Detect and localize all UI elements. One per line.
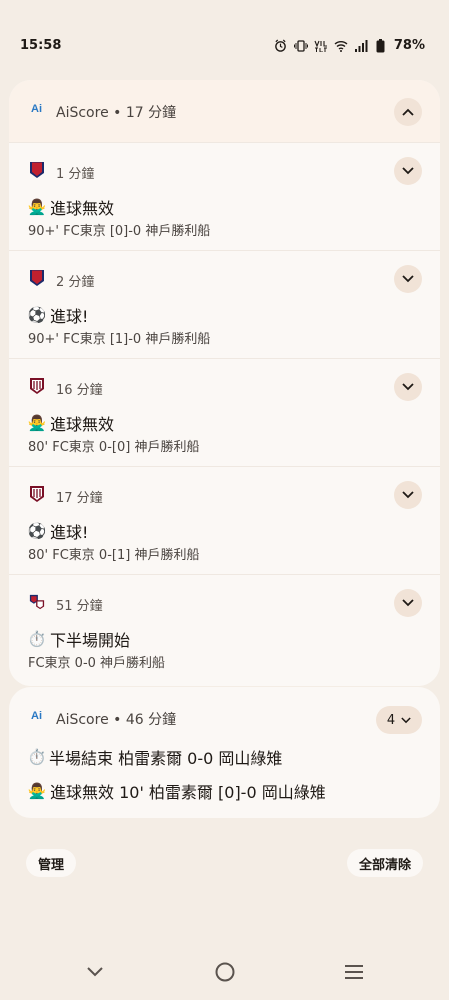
aiscore-app-icon: Ai: [31, 103, 42, 115]
summary-line: 🙅‍♂️ 進球無效 10' 柏雷素爾 [0]-0 岡山綠雉: [27, 782, 326, 802]
no-gesture-emoji-icon: 🙅‍♂️: [27, 198, 47, 216]
nav-back-button[interactable]: [75, 952, 115, 992]
notification-count: 4: [386, 712, 396, 728]
manage-button[interactable]: 管理: [26, 849, 77, 877]
notification-time: 17 分鐘: [56, 491, 103, 506]
notification-item[interactable]: 2 分鐘 ⚽ 進球! 90+' FC東京 [1]-0 神戶勝利船: [9, 250, 440, 358]
signal-icon: [354, 39, 368, 53]
status-icons: 78%: [274, 38, 425, 53]
battery-icon: [374, 38, 388, 53]
stopwatch-emoji-icon: ⏱️: [27, 748, 47, 766]
group-header-text: AiScore • 46 分鐘: [56, 712, 177, 728]
wifi-icon: [334, 39, 348, 53]
notification-text: 80' FC東京 0-[1] 神戶勝利船: [28, 548, 200, 563]
chevron-down-icon: [402, 491, 414, 499]
notification-item[interactable]: 1 分鐘 🙅‍♂️ 進球無效 90+' FC東京 [0]-0 神戶勝利船: [9, 142, 440, 250]
no-gesture-emoji-icon: 🙅‍♂️: [27, 782, 47, 800]
fc-tokyo-crest-icon: [30, 162, 44, 178]
collapse-group-button[interactable]: [394, 98, 422, 126]
stopwatch-emoji-icon: ⏱️: [27, 630, 47, 648]
notification-title: 🙅‍♂️ 進球無效: [27, 198, 115, 218]
notification-text: 90+' FC東京 [0]-0 神戶勝利船: [28, 224, 211, 239]
notification-item[interactable]: 17 分鐘 ⚽ 進球! 80' FC東京 0-[1] 神戶勝利船: [9, 466, 440, 574]
notification-title: ⚽ 進球!: [27, 522, 89, 542]
volte-icon: [314, 39, 328, 53]
expand-notification-button[interactable]: [394, 589, 422, 617]
vissel-kobe-crest-icon: [30, 378, 44, 394]
summary-line: ⏱️ 半場結束 柏雷素爾 0-0 岡山綠雉: [27, 748, 283, 768]
alarm-icon: [274, 39, 288, 53]
notification-text: FC東京 0-0 神戶勝利船: [28, 656, 166, 671]
expand-notification-button[interactable]: [394, 481, 422, 509]
notification-item[interactable]: 16 分鐘 🙅‍♂️ 進球無效 80' FC東京 0-[0] 神戶勝利船: [9, 358, 440, 466]
home-circle-icon: [215, 962, 235, 982]
nav-recents-button[interactable]: [334, 952, 374, 992]
group-header[interactable]: Ai AiScore • 46 分鐘 4: [9, 687, 440, 747]
aiscore-app-icon: Ai: [31, 710, 42, 722]
notification-title: ⚽ 進球!: [27, 306, 89, 326]
chevron-down-icon: [402, 383, 414, 391]
chevron-down-icon: [402, 599, 414, 607]
group-header[interactable]: Ai AiScore • 17 分鐘: [9, 80, 440, 142]
no-gesture-emoji-icon: 🙅‍♂️: [27, 414, 47, 432]
notification-title: ⏱️ 下半場開始: [27, 630, 131, 650]
menu-icon: [345, 965, 363, 979]
chevron-down-icon: [401, 716, 411, 723]
notification-time: 1 分鐘: [56, 167, 95, 182]
vibrate-icon: [293, 39, 308, 53]
vissel-kobe-crest-icon: [30, 486, 44, 502]
clock: 15:58: [20, 38, 62, 53]
notification-text: 80' FC東京 0-[0] 神戶勝利船: [28, 440, 200, 455]
soccer-ball-emoji-icon: ⚽: [27, 306, 47, 324]
expand-notification-button[interactable]: [394, 157, 422, 185]
expand-group-button[interactable]: 4: [376, 706, 422, 734]
chevron-up-icon: [402, 108, 414, 116]
notification-group-aiscore[interactable]: Ai AiScore • 17 分鐘 1 分鐘 🙅‍♂️ 進球無效 90+' F…: [9, 80, 440, 686]
notification-title: 🙅‍♂️ 進球無效: [27, 414, 115, 434]
clear-all-button[interactable]: 全部清除: [346, 849, 423, 877]
nav-home-button[interactable]: [205, 952, 245, 992]
group-header-text: AiScore • 17 分鐘: [56, 105, 177, 121]
notification-text: 90+' FC東京 [1]-0 神戶勝利船: [28, 332, 211, 347]
fc-tokyo-crest-icon: [30, 270, 44, 286]
expand-notification-button[interactable]: [394, 265, 422, 293]
soccer-ball-emoji-icon: ⚽: [27, 522, 47, 540]
navigation-bar: [0, 944, 449, 1000]
expand-notification-button[interactable]: [394, 373, 422, 401]
chevron-down-icon: [402, 275, 414, 283]
notification-item[interactable]: 51 分鐘 ⏱️ 下半場開始 FC東京 0-0 神戶勝利船: [9, 574, 440, 686]
both-teams-crest-icon: [29, 594, 45, 610]
battery-percent: 78%: [393, 38, 425, 53]
notification-time: 16 分鐘: [56, 383, 103, 398]
chevron-down-icon: [402, 167, 414, 175]
status-bar: 15:58 78%: [0, 0, 449, 70]
notification-time: 51 分鐘: [56, 599, 103, 614]
notification-group-aiscore-2[interactable]: Ai AiScore • 46 分鐘 4 ⏱️ 半場結束 柏雷素爾 0-0 岡山…: [9, 687, 440, 818]
chevron-down-icon: [87, 967, 103, 977]
notification-time: 2 分鐘: [56, 275, 95, 290]
